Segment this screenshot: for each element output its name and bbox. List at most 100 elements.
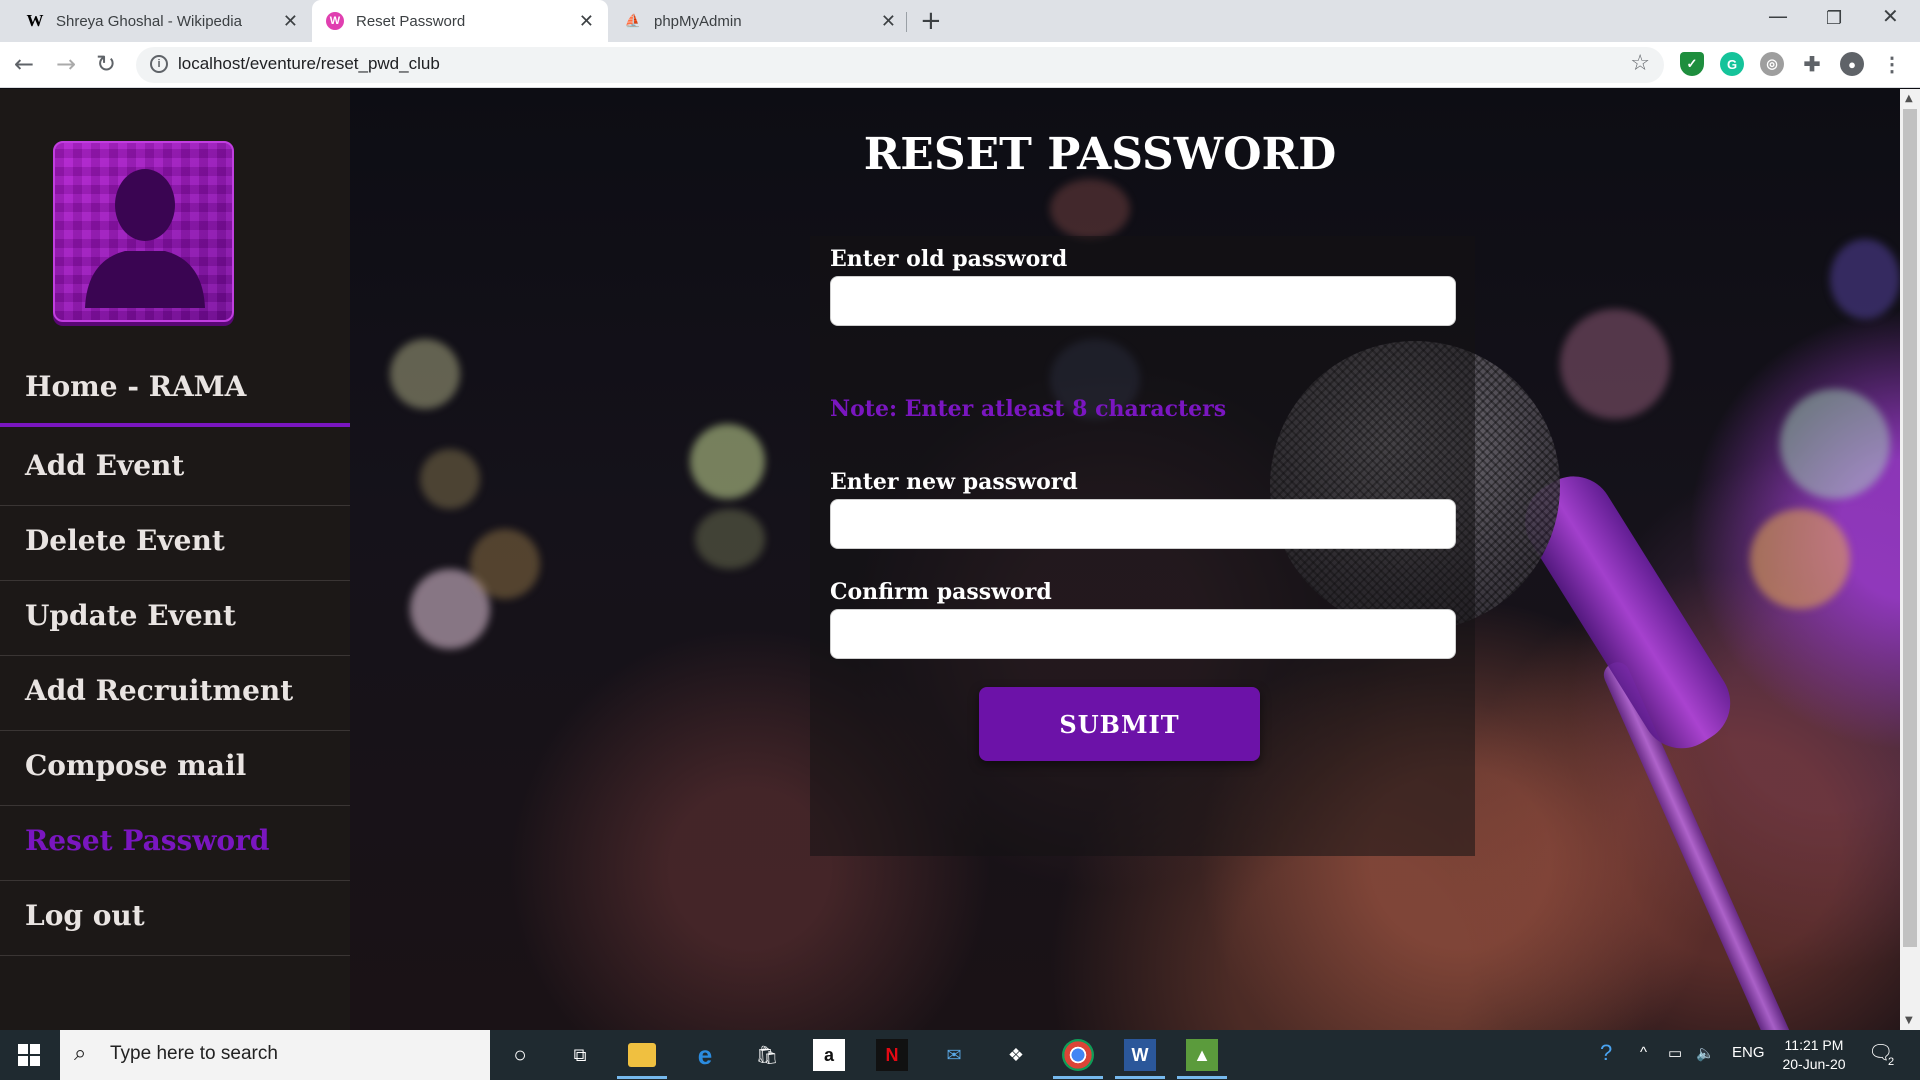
- background-bokeh: [470, 529, 540, 599]
- page-title: RESET PASSWORD: [863, 129, 1337, 180]
- avatar: [53, 141, 234, 322]
- tab-reset-password[interactable]: W Reset Password ✕: [312, 0, 608, 42]
- clock-time: 11:21 PM: [1784, 1037, 1844, 1053]
- scroll-up-arrow-icon[interactable]: ▲: [1905, 93, 1913, 104]
- windows-logo-icon: [18, 1044, 40, 1066]
- chrome-icon[interactable]: [1062, 1039, 1094, 1071]
- sidebar: Home - RAMA Add Event Delete Event Updat…: [0, 89, 350, 1030]
- image-viewer-icon[interactable]: ▲: [1186, 1039, 1218, 1071]
- new-password-field[interactable]: [830, 499, 1456, 549]
- tab-title: Reset Password: [356, 12, 466, 30]
- netflix-icon[interactable]: N: [876, 1039, 908, 1071]
- sidebar-item-label: Reset Password: [25, 824, 270, 857]
- notification-count: 2: [1888, 1056, 1895, 1068]
- background-bokeh: [1830, 239, 1900, 319]
- sidebar-item-label: Update Event: [25, 599, 236, 632]
- circle-ext-icon[interactable]: ◎: [1760, 52, 1784, 76]
- close-window-button[interactable]: ✕: [1882, 4, 1899, 28]
- close-tab-icon[interactable]: ✕: [881, 11, 896, 32]
- language-indicator[interactable]: ENG: [1732, 1044, 1765, 1061]
- tab-separator: [906, 12, 907, 32]
- password-note: Note: Enter atleast 8 characters: [830, 396, 1227, 422]
- sidebar-item-home[interactable]: Home - RAMA: [0, 352, 350, 427]
- amazon-icon[interactable]: a: [813, 1039, 845, 1071]
- clock-date: 20-Jun-20: [1782, 1056, 1846, 1072]
- wikipedia-icon: W: [26, 11, 44, 30]
- tab-title: phpMyAdmin: [654, 12, 742, 30]
- dropbox-icon[interactable]: ❖: [1000, 1039, 1032, 1071]
- sidebar-item-add-event[interactable]: Add Event: [0, 431, 350, 506]
- clock[interactable]: 11:21 PM 20-Jun-20: [1770, 1036, 1858, 1074]
- confirm-password-field[interactable]: [830, 609, 1456, 659]
- store-icon[interactable]: 🛍: [751, 1039, 783, 1071]
- sidebar-item-compose-mail[interactable]: Compose mail: [0, 731, 350, 806]
- taskbar-search-box[interactable]: ⌕ Type here to search: [60, 1030, 490, 1080]
- address-bar[interactable]: i localhost/eventure/reset_pwd_club ☆: [136, 47, 1664, 83]
- file-explorer-icon[interactable]: [628, 1043, 656, 1067]
- old-password-label: Enter old password: [830, 246, 1068, 272]
- edge-icon[interactable]: e: [689, 1039, 721, 1071]
- sidebar-item-log-out[interactable]: Log out: [0, 881, 350, 956]
- volume-icon[interactable]: 🔈: [1696, 1044, 1715, 1062]
- web-page: Home - RAMA Add Event Delete Event Updat…: [0, 89, 1900, 1030]
- show-hidden-icons-icon[interactable]: ^: [1640, 1044, 1647, 1061]
- background-bokeh: [420, 449, 480, 509]
- word-icon[interactable]: W: [1124, 1039, 1156, 1071]
- scroll-down-arrow-icon[interactable]: ▼: [1905, 1015, 1913, 1026]
- task-view-icon[interactable]: ⧉: [564, 1039, 596, 1071]
- sidebar-item-label: Delete Event: [25, 524, 225, 557]
- menu-kebab-icon[interactable]: ⋮: [1880, 52, 1904, 76]
- site-info-icon[interactable]: i: [150, 55, 168, 73]
- old-password-field[interactable]: [830, 276, 1456, 326]
- close-tab-icon[interactable]: ✕: [579, 11, 594, 32]
- sidebar-item-label: Add Recruitment: [25, 674, 294, 707]
- background-bokeh: [1780, 389, 1890, 499]
- restore-button[interactable]: ❐: [1826, 8, 1842, 29]
- sidebar-item-reset-password[interactable]: Reset Password: [0, 806, 350, 881]
- reset-password-form: Enter old password Note: Enter atleast 8…: [810, 236, 1475, 856]
- taskbar-search-placeholder: Type here to search: [110, 1043, 278, 1064]
- background-bokeh: [690, 424, 765, 499]
- search-icon: ⌕: [74, 1041, 87, 1066]
- back-button[interactable]: ←: [14, 50, 34, 78]
- scrollbar-thumb[interactable]: [1903, 109, 1917, 947]
- close-tab-icon[interactable]: ✕: [283, 11, 298, 32]
- profile-icon[interactable]: ●: [1840, 52, 1864, 76]
- browser-toolbar: ← → ↻ i localhost/eventure/reset_pwd_clu…: [0, 42, 1920, 88]
- phpmyadmin-icon: ⛵: [624, 13, 642, 28]
- forward-button[interactable]: →: [56, 50, 76, 78]
- background-bokeh: [695, 509, 765, 569]
- sidebar-item-add-recruitment[interactable]: Add Recruitment: [0, 656, 350, 731]
- url-text[interactable]: localhost/eventure/reset_pwd_club: [178, 54, 440, 74]
- tab-wikipedia[interactable]: W Shreya Ghoshal - Wikipedia ✕: [12, 0, 312, 42]
- new-tab-button[interactable]: +: [920, 6, 942, 36]
- windows-taskbar: ⌕ Type here to search ○ ⧉ e 🛍 a N ✉ ❖ W …: [0, 1030, 1920, 1080]
- cortana-icon[interactable]: ○: [504, 1039, 536, 1071]
- sidebar-item-label: Add Event: [25, 449, 185, 482]
- bookmark-star-icon[interactable]: ☆: [1630, 51, 1650, 76]
- background-bokeh: [1560, 309, 1670, 419]
- app-running-indicator: [1177, 1076, 1227, 1079]
- background-bokeh: [1050, 179, 1130, 239]
- help-icon[interactable]: ?: [1600, 1040, 1612, 1066]
- sidebar-item-delete-event[interactable]: Delete Event: [0, 506, 350, 581]
- puzzle-icon[interactable]: ✚: [1800, 52, 1824, 76]
- confirm-password-label: Confirm password: [830, 579, 1052, 605]
- reload-button[interactable]: ↻: [96, 50, 116, 78]
- browser-tab-strip: W Shreya Ghoshal - Wikipedia ✕ W Reset P…: [0, 0, 1920, 42]
- windows-start-button[interactable]: [0, 1030, 58, 1080]
- sidebar-item-update-event[interactable]: Update Event: [0, 581, 350, 656]
- submit-button[interactable]: SUBMIT: [979, 687, 1260, 761]
- minimize-button[interactable]: —: [1768, 4, 1788, 28]
- app-running-indicator: [617, 1076, 667, 1079]
- page-scrollbar[interactable]: ▲ ▼: [1900, 89, 1920, 1030]
- user-silhouette-icon: [85, 169, 205, 308]
- sidebar-item-label: Compose mail: [25, 749, 247, 782]
- shield-icon[interactable]: ✓: [1680, 52, 1704, 76]
- background-bokeh: [1750, 509, 1850, 609]
- tab-phpmyadmin[interactable]: ⛵ phpMyAdmin ✕: [610, 0, 910, 42]
- app-running-indicator: [1053, 1076, 1103, 1079]
- grammarly-icon[interactable]: G: [1720, 52, 1744, 76]
- mail-icon[interactable]: ✉: [938, 1039, 970, 1071]
- battery-icon[interactable]: ▭: [1668, 1044, 1682, 1062]
